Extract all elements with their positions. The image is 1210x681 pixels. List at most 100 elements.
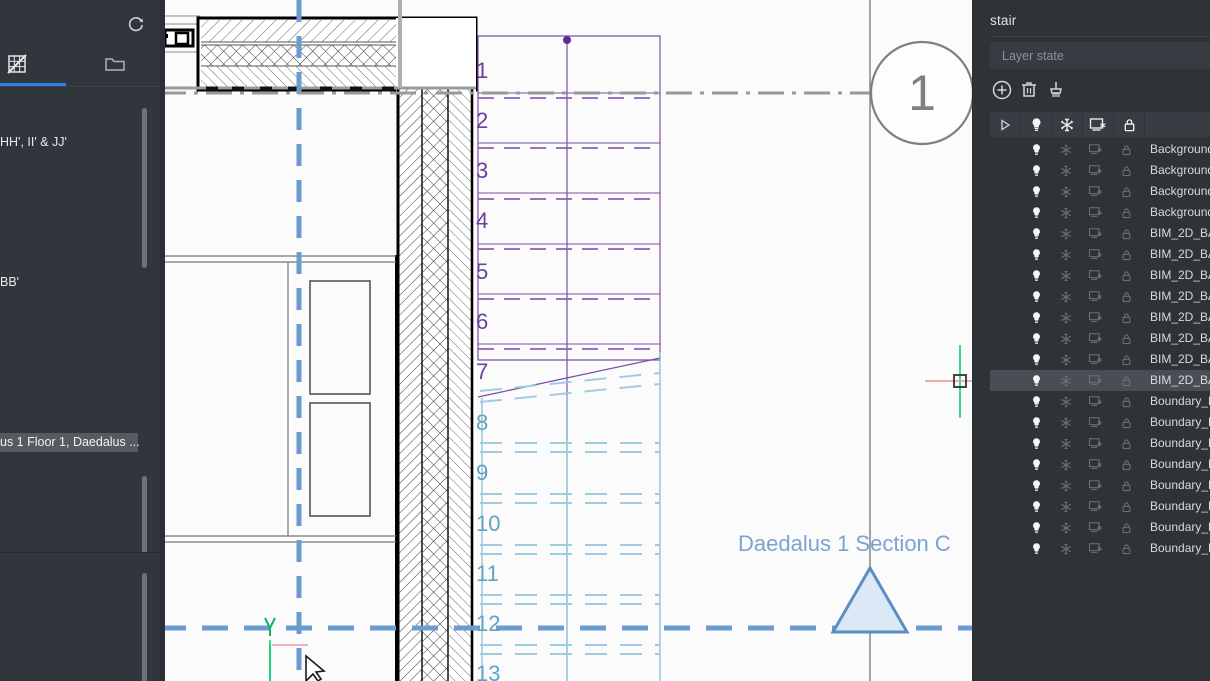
layer-viewport-freeze-toggle[interactable] bbox=[1088, 163, 1104, 178]
layer-visibility-toggle[interactable] bbox=[1028, 331, 1044, 346]
layer-freeze-toggle[interactable] bbox=[1058, 184, 1074, 199]
layer-visibility-toggle[interactable] bbox=[1028, 205, 1044, 220]
layer-freeze-toggle[interactable] bbox=[1058, 310, 1074, 325]
layer-lock-toggle[interactable] bbox=[1118, 394, 1134, 409]
layer-lock-toggle[interactable] bbox=[1118, 268, 1134, 283]
layer-row[interactable]: BIM_2D_BAC bbox=[990, 307, 1210, 328]
layer-freeze-toggle[interactable] bbox=[1058, 520, 1074, 535]
layer-freeze-toggle[interactable] bbox=[1058, 205, 1074, 220]
layer-freeze-toggle[interactable] bbox=[1058, 352, 1074, 367]
list-item[interactable]: us 1 Floor 1, Daedalus ... bbox=[0, 433, 140, 452]
layer-viewport-freeze-toggle[interactable] bbox=[1088, 457, 1104, 472]
layer-viewport-freeze-toggle[interactable] bbox=[1088, 310, 1104, 325]
layer-freeze-toggle[interactable] bbox=[1058, 541, 1074, 556]
layer-row[interactable]: BIM_2D_BAC bbox=[990, 223, 1210, 244]
layer-list[interactable]: Background_ Background_ Background_ Backgro… bbox=[990, 139, 1210, 564]
layer-row[interactable]: Background_ bbox=[990, 139, 1210, 160]
expand-column-header[interactable] bbox=[990, 112, 1020, 137]
layer-visibility-toggle[interactable] bbox=[1028, 184, 1044, 199]
layer-visibility-toggle[interactable] bbox=[1028, 415, 1044, 430]
layer-row[interactable]: BIM_2D_BAC bbox=[990, 286, 1210, 307]
layer-visibility-toggle[interactable] bbox=[1028, 478, 1044, 493]
layer-row[interactable]: Background_ bbox=[990, 202, 1210, 223]
layer-lock-toggle[interactable] bbox=[1118, 331, 1134, 346]
layer-lock-toggle[interactable] bbox=[1118, 184, 1134, 199]
layer-freeze-toggle[interactable] bbox=[1058, 415, 1074, 430]
viewport-freeze-column-header[interactable] bbox=[1083, 112, 1113, 137]
layer-lock-toggle[interactable] bbox=[1118, 226, 1134, 241]
layer-row[interactable]: Boundary_B bbox=[990, 517, 1210, 538]
layer-visibility-toggle[interactable] bbox=[1028, 373, 1044, 388]
list-item[interactable]: BB' bbox=[0, 273, 19, 292]
layer-row[interactable]: BIM_2D_BAC bbox=[990, 370, 1210, 391]
layer-lock-toggle[interactable] bbox=[1118, 415, 1134, 430]
layer-visibility-toggle[interactable] bbox=[1028, 289, 1044, 304]
layer-freeze-toggle[interactable] bbox=[1058, 142, 1074, 157]
layer-row[interactable]: Boundary_B bbox=[990, 391, 1210, 412]
layer-state-input[interactable]: Layer state bbox=[990, 42, 1210, 69]
layer-visibility-toggle[interactable] bbox=[1028, 352, 1044, 367]
layer-visibility-toggle[interactable] bbox=[1028, 142, 1044, 157]
drawing-canvas[interactable]: 1 Daedalus 1 Section C 1 2 3 4 5 6 7 8 9 bbox=[160, 0, 972, 681]
layer-lock-toggle[interactable] bbox=[1118, 541, 1134, 556]
layer-row[interactable]: Boundary_B bbox=[990, 496, 1210, 517]
layer-row[interactable]: BIM_2D_BAC bbox=[990, 265, 1210, 286]
new-layer-button[interactable] bbox=[990, 78, 1014, 102]
layer-lock-toggle[interactable] bbox=[1118, 289, 1134, 304]
layer-row[interactable]: Background_ bbox=[990, 160, 1210, 181]
layer-lock-toggle[interactable] bbox=[1118, 205, 1134, 220]
layer-visibility-toggle[interactable] bbox=[1028, 541, 1044, 556]
layer-freeze-toggle[interactable] bbox=[1058, 289, 1074, 304]
layer-viewport-freeze-toggle[interactable] bbox=[1088, 226, 1104, 241]
layer-viewport-freeze-toggle[interactable] bbox=[1088, 478, 1104, 493]
layer-viewport-freeze-toggle[interactable] bbox=[1088, 205, 1104, 220]
layer-viewport-freeze-toggle[interactable] bbox=[1088, 436, 1104, 451]
layer-lock-toggle[interactable] bbox=[1118, 520, 1134, 535]
layer-row[interactable]: BIM_2D_BAC bbox=[990, 349, 1210, 370]
layer-freeze-toggle[interactable] bbox=[1058, 457, 1074, 472]
layer-visibility-toggle[interactable] bbox=[1028, 520, 1044, 535]
visibility-column-header[interactable] bbox=[1021, 112, 1051, 137]
sidebar-scrollbar-lower[interactable] bbox=[142, 476, 147, 554]
layer-lock-toggle[interactable] bbox=[1118, 499, 1134, 514]
layer-row[interactable]: Boundary_B bbox=[990, 475, 1210, 496]
freeze-column-header[interactable] bbox=[1052, 112, 1082, 137]
layer-row[interactable]: Background_ bbox=[990, 181, 1210, 202]
layer-viewport-freeze-toggle[interactable] bbox=[1088, 394, 1104, 409]
layer-lock-toggle[interactable] bbox=[1118, 352, 1134, 367]
layer-freeze-toggle[interactable] bbox=[1058, 394, 1074, 409]
layer-viewport-freeze-toggle[interactable] bbox=[1088, 373, 1104, 388]
layer-freeze-toggle[interactable] bbox=[1058, 268, 1074, 283]
layer-freeze-toggle[interactable] bbox=[1058, 226, 1074, 241]
layer-viewport-freeze-toggle[interactable] bbox=[1088, 499, 1104, 514]
layer-visibility-toggle[interactable] bbox=[1028, 499, 1044, 514]
layer-viewport-freeze-toggle[interactable] bbox=[1088, 247, 1104, 262]
layer-freeze-toggle[interactable] bbox=[1058, 436, 1074, 451]
layer-visibility-toggle[interactable] bbox=[1028, 268, 1044, 283]
layer-lock-toggle[interactable] bbox=[1118, 310, 1134, 325]
layer-visibility-toggle[interactable] bbox=[1028, 457, 1044, 472]
layer-freeze-toggle[interactable] bbox=[1058, 373, 1074, 388]
bottom-scrollbar[interactable] bbox=[142, 573, 147, 681]
layer-visibility-toggle[interactable] bbox=[1028, 226, 1044, 241]
layer-freeze-toggle[interactable] bbox=[1058, 163, 1074, 178]
layer-freeze-toggle[interactable] bbox=[1058, 499, 1074, 514]
layer-freeze-toggle[interactable] bbox=[1058, 331, 1074, 346]
layer-viewport-freeze-toggle[interactable] bbox=[1088, 541, 1104, 556]
layer-visibility-toggle[interactable] bbox=[1028, 247, 1044, 262]
layer-freeze-toggle[interactable] bbox=[1058, 247, 1074, 262]
layer-visibility-toggle[interactable] bbox=[1028, 436, 1044, 451]
delete-layer-button[interactable] bbox=[1017, 78, 1041, 102]
section-marker-c[interactable] bbox=[830, 565, 910, 634]
layer-row[interactable]: Boundary_B bbox=[990, 412, 1210, 433]
layer-viewport-freeze-toggle[interactable] bbox=[1088, 289, 1104, 304]
layer-viewport-freeze-toggle[interactable] bbox=[1088, 415, 1104, 430]
layer-viewport-freeze-toggle[interactable] bbox=[1088, 331, 1104, 346]
layer-row[interactable]: BIM_2D_BAC bbox=[990, 244, 1210, 265]
layer-viewport-freeze-toggle[interactable] bbox=[1088, 520, 1104, 535]
layer-lock-toggle[interactable] bbox=[1118, 373, 1134, 388]
refresh-icon[interactable] bbox=[127, 16, 145, 34]
list-item[interactable]: HH', II' & JJ' bbox=[0, 133, 67, 152]
layer-viewport-freeze-toggle[interactable] bbox=[1088, 352, 1104, 367]
layer-visibility-toggle[interactable] bbox=[1028, 310, 1044, 325]
